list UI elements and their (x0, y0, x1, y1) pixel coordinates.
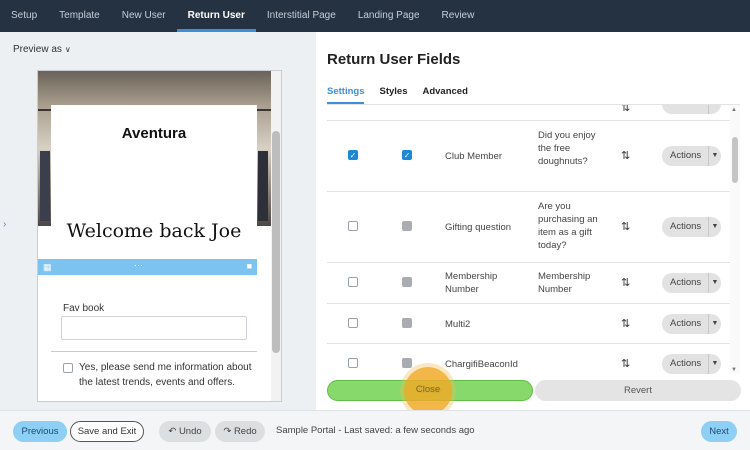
actions-button[interactable]: Actions ▼ (662, 354, 721, 374)
tab-settings[interactable]: Settings (327, 86, 365, 104)
undo-icon: ↶ (168, 426, 179, 437)
tab-return-user[interactable]: Return User (176, 0, 257, 32)
field-question: Did you enjoy the free doughnuts? (538, 130, 596, 167)
fav-book-input[interactable] (61, 316, 247, 340)
undo-button[interactable]: ↶ Undo (159, 421, 211, 442)
table-row: ⇅ ▼ (327, 105, 740, 121)
table-row: ChargifiBeaconId ⇅ Actions ▼ (327, 344, 740, 374)
row-checkbox-primary[interactable] (348, 318, 358, 328)
row-checkbox-primary[interactable]: ✓ (348, 150, 358, 160)
table-scrollbar[interactable]: ▲ ▼ (730, 105, 740, 374)
field-name: Club Member (445, 151, 503, 162)
row-checkbox-primary[interactable] (348, 358, 358, 368)
preview-as-label: Preview as (13, 44, 62, 55)
chevron-right-icon[interactable]: › (3, 219, 6, 230)
field-name: Gifting question (445, 222, 512, 233)
save-status: Sample Portal - Last saved: a few second… (276, 425, 475, 436)
caret-down-icon[interactable]: ▼ (708, 105, 721, 114)
field-name: ChargifiBeaconId (445, 359, 518, 370)
actions-button[interactable]: Actions ▼ (662, 146, 721, 166)
grid-icon[interactable]: ▦ (43, 262, 52, 273)
caret-down-icon[interactable]: ▼ (708, 217, 721, 237)
divider (51, 351, 257, 352)
sort-arrows-icon[interactable]: ⇅ (621, 357, 630, 370)
optin-checkbox[interactable] (63, 363, 73, 373)
table-row: Gifting question Are you purchasing an i… (327, 192, 740, 263)
sort-arrows-icon[interactable]: ⇅ (621, 105, 630, 114)
table-scroll-thumb[interactable] (732, 137, 738, 183)
caret-down-icon[interactable]: ▼ (708, 146, 721, 166)
field-question: Are you purchasing an item as a gift tod… (538, 201, 598, 251)
drag-dots-icon[interactable]: ⋯ (134, 260, 143, 271)
sort-arrows-icon[interactable]: ⇅ (621, 317, 630, 330)
tab-landing-page[interactable]: Landing Page (347, 0, 431, 32)
chevron-down-icon: ∨ (64, 45, 71, 54)
next-button[interactable]: Next (701, 421, 737, 442)
tab-setup[interactable]: Setup (0, 0, 48, 32)
tab-styles[interactable]: Styles (379, 86, 407, 104)
field-label: Fav book (63, 303, 105, 314)
preview-as-dropdown[interactable]: Preview as ∨ (13, 44, 71, 55)
panel-title: Return User Fields (327, 51, 461, 68)
table-row: Multi2 ⇅ Actions ▼ (327, 304, 740, 344)
tab-review[interactable]: Review (431, 0, 486, 32)
footer-bar: Previous Save and Exit ↶ Undo ↷ Redo Sam… (0, 410, 750, 450)
sort-arrows-icon[interactable]: ⇅ (621, 276, 630, 289)
row-checkbox-secondary (402, 358, 412, 368)
preview-scroll-thumb[interactable] (272, 131, 280, 353)
previous-button[interactable]: Previous (13, 421, 67, 442)
redo-button[interactable]: ↷ Redo (215, 421, 265, 442)
settings-tabs: Settings Styles Advanced (327, 86, 483, 104)
actions-button[interactable]: Actions ▼ (662, 314, 721, 334)
optin-label: Yes, please send me information about th… (79, 362, 252, 388)
caret-down-icon[interactable]: ▼ (708, 273, 721, 293)
row-checkbox-secondary (402, 221, 412, 231)
caret-down-icon[interactable]: ▼ (708, 354, 721, 374)
top-nav: Setup Template New User Return User Inte… (0, 0, 750, 32)
row-checkbox-secondary (402, 318, 412, 328)
row-checkbox-primary[interactable] (348, 277, 358, 287)
brand-title: Aventura (121, 125, 187, 142)
scroll-down-icon[interactable]: ▼ (731, 367, 737, 373)
row-checkbox-secondary (402, 277, 412, 287)
undo-label: Undo (178, 426, 202, 437)
preview-card: Aventura Welcome back Joe Fav book Yes, … (51, 105, 257, 401)
actions-button[interactable]: ▼ (662, 105, 721, 114)
revert-button[interactable]: Revert (535, 380, 741, 401)
actions-button[interactable]: Actions ▼ (662, 217, 721, 237)
caret-down-icon[interactable]: ▼ (708, 314, 721, 334)
row-checkbox-primary[interactable] (348, 221, 358, 231)
trash-icon[interactable]: ■ (247, 261, 252, 271)
preview-scrollbar[interactable] (271, 71, 281, 401)
redo-icon: ↷ (223, 426, 234, 437)
mobile-preview: Aventura Welcome back Joe Fav book Yes, … (37, 70, 282, 402)
block-toolbar[interactable]: ▦ ⋯ ■ (38, 259, 257, 275)
sort-arrows-icon[interactable]: ⇅ (621, 220, 630, 233)
fields-table: ⇅ ▼ ✓ ✓ Club Member Did you enjoy the fr… (327, 104, 740, 374)
field-question: Membership Number (538, 271, 591, 295)
save-and-exit-button[interactable]: Save and Exit (70, 421, 144, 442)
tab-advanced[interactable]: Advanced (422, 86, 467, 104)
field-name: Multi2 (445, 319, 471, 330)
scroll-up-icon[interactable]: ▲ (731, 107, 737, 113)
redo-label: Redo (233, 426, 257, 437)
preview-pane: Preview as ∨ › Aventura Welcome back Joe … (0, 32, 316, 410)
welcome-heading: Welcome back Joe (66, 220, 242, 242)
actions-button[interactable]: Actions ▼ (662, 273, 721, 293)
table-row: Membership Number Membership Number ⇅ Ac… (327, 263, 740, 304)
sort-arrows-icon[interactable]: ⇅ (621, 149, 630, 162)
table-row: ✓ ✓ Club Member Did you enjoy the free d… (327, 121, 740, 192)
fields-panel: Return User Fields Settings Styles Advan… (316, 32, 750, 410)
tab-new-user[interactable]: New User (111, 0, 177, 32)
field-name: Membership Number (445, 271, 498, 295)
tab-template[interactable]: Template (48, 0, 111, 32)
tab-interstitial-page[interactable]: Interstitial Page (256, 0, 347, 32)
row-checkbox-secondary[interactable]: ✓ (402, 150, 412, 160)
click-highlight-label: Close (415, 384, 441, 395)
